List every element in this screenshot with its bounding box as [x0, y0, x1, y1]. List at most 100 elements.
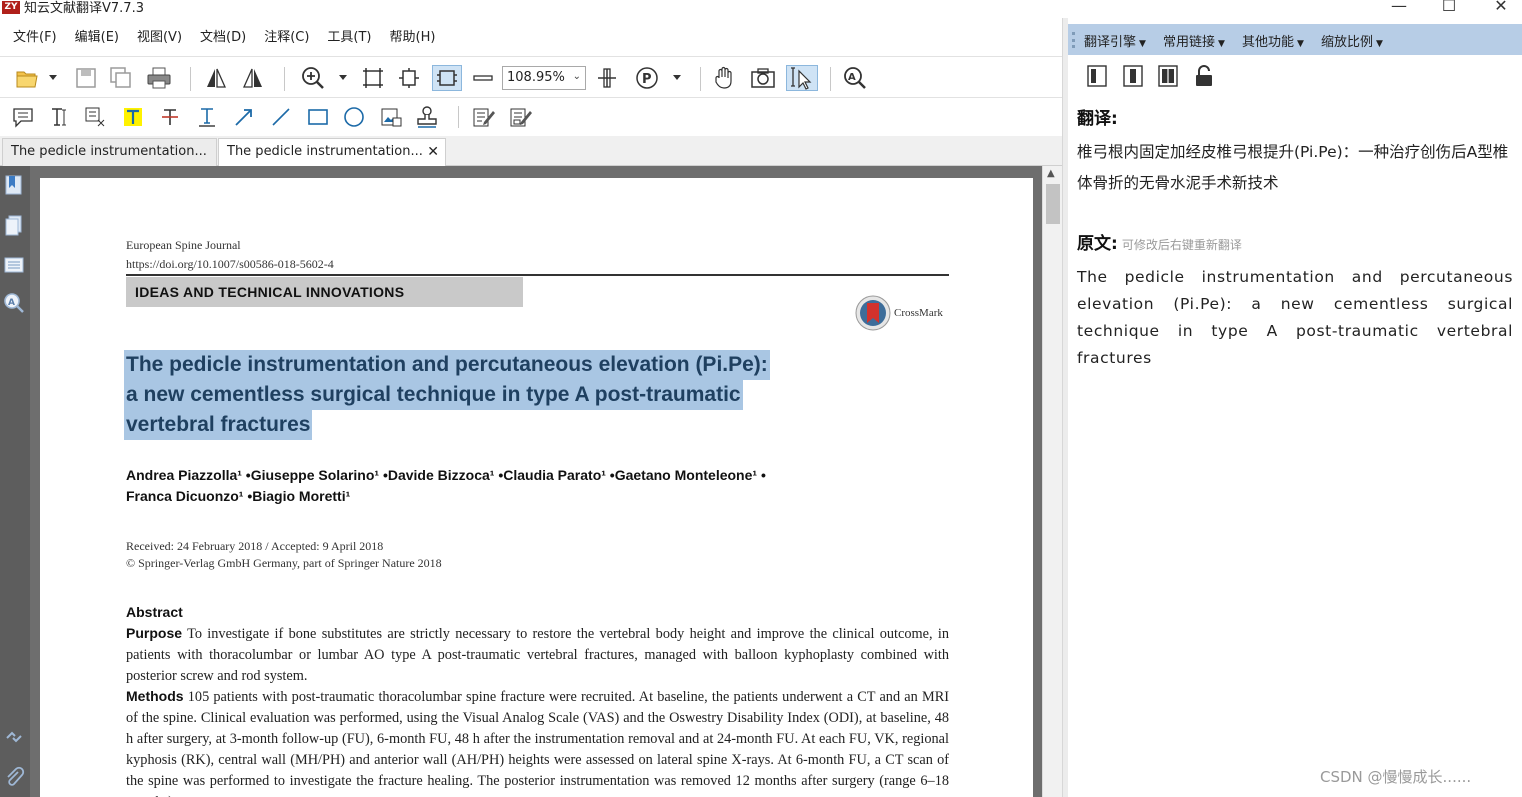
flip-left-icon[interactable]: [203, 65, 229, 91]
maximize-button[interactable]: ☐: [1426, 0, 1472, 16]
print-icon[interactable]: [146, 65, 172, 91]
doi-link[interactable]: https://doi.org/10.1007/s00586-018-5602-…: [126, 255, 334, 274]
bookmark-icon[interactable]: [3, 174, 25, 196]
caret-icon: ▼: [1218, 39, 1225, 49]
header-rule: [126, 274, 949, 276]
scroll-up-icon[interactable]: ▲: [1047, 168, 1055, 179]
paper-title-line-2[interactable]: a new cementless surgical technique in t…: [124, 380, 743, 410]
copyright-line: © Springer-Verlag GmbH Germany, part of …: [126, 556, 442, 570]
search-icon[interactable]: A: [842, 65, 868, 91]
zoom-plus-icon[interactable]: [594, 65, 620, 91]
fit-page-icon[interactable]: [360, 65, 386, 91]
thumbnails-icon[interactable]: [3, 214, 25, 236]
menu-label: 其他功能: [1242, 35, 1295, 50]
insert-text-icon[interactable]: [47, 104, 73, 130]
toolbar-grip[interactable]: [1072, 32, 1075, 48]
crossmark-badge[interactable]: CrossMark: [855, 295, 943, 331]
snapshot-camera-icon[interactable]: [750, 65, 776, 91]
menu-other-functions[interactable]: 其他功能 ▼: [1242, 31, 1304, 50]
translation-menubar: 翻译引擎 ▼ 常用链接 ▼ 其他功能 ▼ 缩放比例 ▼: [1068, 24, 1522, 55]
comment-note-icon[interactable]: [10, 104, 36, 130]
menu-edit[interactable]: 编辑(E): [66, 26, 128, 50]
open-dropdown-icon[interactable]: [46, 65, 60, 91]
purpose-label: Purpose: [126, 625, 183, 641]
minimize-button[interactable]: —: [1376, 0, 1422, 16]
link-icon[interactable]: [3, 726, 25, 748]
replace-text-icon[interactable]: [83, 104, 109, 130]
menu-annotate[interactable]: 注释(C): [255, 26, 318, 50]
hand-tool-icon[interactable]: [712, 65, 738, 91]
open-folder-icon[interactable]: [14, 65, 40, 91]
paper-title-line-1[interactable]: The pedicle instrumentation and percutan…: [124, 350, 770, 380]
zoom-combobox[interactable]: 108.95% ⌄: [502, 66, 586, 90]
page-navigation-icon[interactable]: P: [634, 65, 660, 91]
pdf-page: European Spine Journal https://doi.org/1…: [40, 178, 1033, 797]
attachment-icon[interactable]: [3, 766, 25, 788]
document-tabs: The pedicle instrumentation... The pedic…: [0, 136, 1062, 166]
tab-label: The pedicle instrumentation...: [227, 144, 423, 159]
svg-text:P: P: [642, 72, 652, 87]
arrow-tool-icon[interactable]: [231, 104, 257, 130]
abstract-heading: Abstract: [126, 604, 183, 620]
underline-icon[interactable]: [194, 104, 220, 130]
strikethrough-icon[interactable]: [157, 104, 183, 130]
menu-translate-engine[interactable]: 翻译引擎 ▼: [1084, 31, 1146, 50]
save-icon[interactable]: [73, 65, 99, 91]
edit-form-icon[interactable]: [508, 104, 534, 130]
tab-label: The pedicle instrumentation...: [11, 144, 207, 159]
layout-center-icon[interactable]: [1122, 64, 1144, 88]
tab-document-1[interactable]: The pedicle instrumentation...: [2, 138, 217, 166]
close-tab-icon[interactable]: ✕: [427, 139, 439, 165]
original-text-editor[interactable]: The pedicle instrumentation and percutan…: [1077, 264, 1513, 372]
save-copy-icon[interactable]: [108, 65, 134, 91]
flip-right-icon[interactable]: [240, 65, 266, 91]
highlight-text-icon[interactable]: [120, 104, 146, 130]
scroll-thumb[interactable]: [1046, 184, 1060, 224]
layout-left-icon[interactable]: [1086, 64, 1108, 88]
line-tool-icon[interactable]: [268, 104, 294, 130]
zoom-in-icon[interactable]: [300, 65, 326, 91]
menu-zoom-ratio[interactable]: 缩放比例 ▼: [1321, 31, 1383, 50]
crossmark-icon: [855, 295, 891, 331]
menu-bar: 文件(F) 编辑(E) 视图(V) 文档(D) 注释(C) 工具(T) 帮助(H…: [0, 26, 444, 50]
original-heading: 原文:: [1077, 234, 1118, 254]
menu-tools[interactable]: 工具(T): [318, 26, 380, 50]
page-nav-dropdown-icon[interactable]: [670, 65, 684, 91]
paper-title-line-3[interactable]: vertebral fractures: [124, 410, 313, 440]
sidebar-search-icon[interactable]: A: [3, 292, 25, 314]
outline-icon[interactable]: [3, 254, 25, 276]
ellipse-tool-icon[interactable]: [341, 104, 367, 130]
annotation-toolbar: [0, 98, 1062, 136]
menu-document[interactable]: 文档(D): [191, 26, 255, 50]
menu-file[interactable]: 文件(F): [0, 26, 66, 50]
zoom-out-icon[interactable]: [470, 65, 496, 91]
methods-text: 105 patients with post-traumatic thoraco…: [126, 689, 949, 797]
layout-full-icon[interactable]: [1157, 64, 1179, 88]
menu-view[interactable]: 视图(V): [128, 26, 191, 50]
menu-help[interactable]: 帮助(H): [381, 26, 445, 50]
stamp-icon[interactable]: [414, 104, 440, 130]
tab-document-2-active[interactable]: The pedicle instrumentation... ✕: [218, 138, 446, 166]
actual-size-icon[interactable]: [432, 65, 462, 91]
menu-label: 缩放比例: [1321, 35, 1374, 50]
caret-icon: ▼: [1376, 39, 1383, 49]
zoom-dropdown-icon[interactable]: [336, 65, 350, 91]
section-banner: IDEAS AND TECHNICAL INNOVATIONS: [126, 277, 523, 307]
left-sidebar: A: [0, 166, 30, 797]
unlock-icon[interactable]: [1193, 64, 1215, 88]
abstract-purpose: Purpose To investigate if bone substitut…: [126, 623, 949, 687]
translation-text[interactable]: 椎弓根内固定加经皮椎弓根提升(Pi.Pe)：一种治疗创伤后A型椎体骨折的无骨水泥…: [1077, 137, 1517, 199]
select-text-icon[interactable]: [786, 65, 818, 91]
caret-icon: ▼: [1297, 39, 1304, 49]
edit-document-icon[interactable]: [471, 104, 497, 130]
image-annotation-icon[interactable]: [378, 104, 404, 130]
menu-label: 常用链接: [1163, 35, 1216, 50]
abstract-methods: Methods 105 patients with post-traumatic…: [126, 686, 949, 797]
fit-width-icon[interactable]: [396, 65, 422, 91]
menu-common-links[interactable]: 常用链接 ▼: [1163, 31, 1225, 50]
rectangle-tool-icon[interactable]: [305, 104, 331, 130]
vertical-scrollbar[interactable]: ▲: [1042, 166, 1062, 797]
close-window-button[interactable]: ✕: [1478, 0, 1522, 16]
authors-line-2: Franca Dicuonzo¹ •Biagio Moretti¹: [126, 488, 351, 504]
journal-header: European Spine Journal https://doi.org/1…: [126, 236, 334, 274]
